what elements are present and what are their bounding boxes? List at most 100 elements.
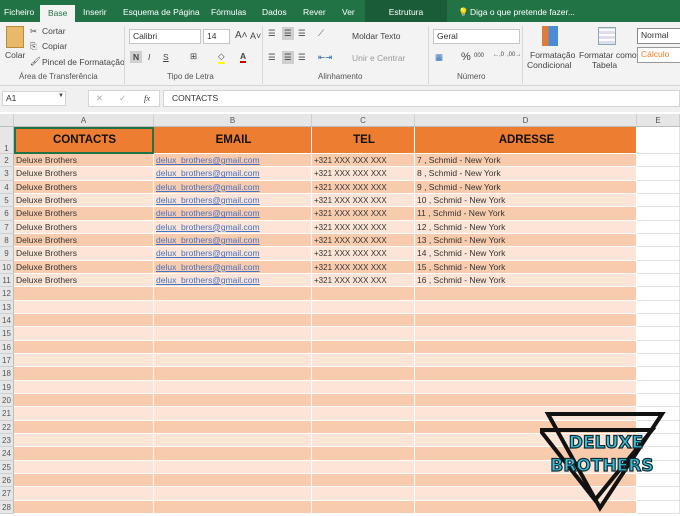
table-cell[interactable]: +321 XXX XXX XXX xyxy=(312,154,415,168)
table-cell[interactable] xyxy=(154,447,312,461)
align-middle-icon[interactable]: ☰ xyxy=(282,27,294,40)
chevron-down-icon[interactable]: ▼ xyxy=(58,93,64,99)
copy-button[interactable]: Copiar xyxy=(42,41,67,51)
row-header[interactable]: 3 xyxy=(0,167,14,181)
table-cell[interactable] xyxy=(415,353,637,368)
paste-icon[interactable] xyxy=(6,26,24,48)
decrease-decimal-icon[interactable]: ,00→ xyxy=(507,52,521,58)
table-cell[interactable] xyxy=(415,327,637,341)
align-top-icon[interactable]: ☰ xyxy=(268,28,276,39)
table-cell[interactable]: +321 XXX XXX XXX xyxy=(312,260,415,274)
thousands-button[interactable]: 000 xyxy=(474,53,484,59)
row-header[interactable]: 25 xyxy=(0,460,14,474)
table-cell[interactable]: 10 , Schmid - New York xyxy=(415,193,637,208)
table-cell[interactable] xyxy=(415,287,637,301)
email-link[interactable]: delux_brothers@gmail.com xyxy=(154,207,312,221)
table-cell[interactable]: 8 , Schmid - New York xyxy=(415,167,637,181)
table-cell[interactable]: Deluxe Brothers xyxy=(14,193,154,208)
table-cell[interactable] xyxy=(154,300,312,314)
cell[interactable] xyxy=(637,353,680,368)
table-cell[interactable] xyxy=(312,407,415,421)
style-calculo[interactable]: Cálculo xyxy=(637,47,680,63)
table-cell[interactable]: +321 XXX XXX XXX xyxy=(312,233,415,248)
email-link[interactable]: delux_brothers@gmail.com xyxy=(154,273,312,288)
table-cell[interactable] xyxy=(14,353,154,368)
row-header[interactable]: 8 xyxy=(0,233,14,248)
table-cell[interactable]: Deluxe Brothers xyxy=(14,167,154,181)
row-header[interactable]: 28 xyxy=(0,500,14,514)
table-cell[interactable] xyxy=(154,393,312,408)
table-cell[interactable]: +321 XXX XXX XXX xyxy=(312,193,415,208)
italic-button[interactable]: I xyxy=(148,52,150,62)
wrap-text-button[interactable]: Moldar Texto xyxy=(352,31,401,41)
cell[interactable] xyxy=(637,273,680,288)
table-cell[interactable]: Deluxe Brothers xyxy=(14,233,154,248)
cut-button[interactable]: Cortar xyxy=(42,26,66,36)
table-cell[interactable]: 13 , Schmid - New York xyxy=(415,233,637,248)
table-cell[interactable]: 14 , Schmid - New York xyxy=(415,247,637,261)
table-cell[interactable]: 11 , Schmid - New York xyxy=(415,207,637,221)
email-link[interactable]: delux_brothers@gmail.com xyxy=(154,247,312,261)
table-cell[interactable] xyxy=(14,420,154,434)
row-header[interactable]: 21 xyxy=(0,407,14,421)
table-cell[interactable] xyxy=(312,340,415,354)
table-cell[interactable]: 9 , Schmid - New York xyxy=(415,180,637,194)
table-cell[interactable]: +321 XXX XXX XXX xyxy=(312,167,415,181)
row-header[interactable]: 24 xyxy=(0,447,14,461)
row-header[interactable]: 11 xyxy=(0,273,14,288)
grow-font-icon[interactable]: A˄ xyxy=(235,30,248,41)
email-link[interactable]: delux_brothers@gmail.com xyxy=(154,220,312,234)
orientation-icon[interactable]: ⟋ xyxy=(318,28,324,39)
table-cell[interactable]: Deluxe Brothers xyxy=(14,207,154,221)
align-right-icon[interactable]: ☰ xyxy=(298,52,306,63)
cell[interactable] xyxy=(637,300,680,314)
tab-rever[interactable]: Rever xyxy=(303,0,326,22)
table-cell[interactable] xyxy=(154,313,312,328)
table-cell[interactable] xyxy=(312,487,415,501)
cell[interactable] xyxy=(637,260,680,274)
row-header[interactable]: 4 xyxy=(0,180,14,194)
cell[interactable] xyxy=(637,327,680,341)
table-cell[interactable] xyxy=(312,500,415,514)
row-header[interactable]: 16 xyxy=(0,340,14,354)
table-cell[interactable] xyxy=(154,487,312,501)
row-header[interactable]: 2 xyxy=(0,154,14,168)
table-cell[interactable]: +321 XXX XXX XXX xyxy=(312,247,415,261)
row-header[interactable]: 5 xyxy=(0,193,14,208)
email-link[interactable]: delux_brothers@gmail.com xyxy=(154,260,312,274)
table-cell[interactable] xyxy=(14,487,154,501)
row-header[interactable]: 10 xyxy=(0,260,14,274)
indent-icon[interactable]: ⇤⇥ xyxy=(318,52,332,63)
column-header-b[interactable]: B xyxy=(154,114,312,127)
table-cell[interactable] xyxy=(14,433,154,448)
table-cell[interactable] xyxy=(154,340,312,354)
table-cell[interactable] xyxy=(154,420,312,434)
table-cell[interactable] xyxy=(154,473,312,488)
table-cell[interactable]: 12 , Schmid - New York xyxy=(415,220,637,234)
table-cell[interactable] xyxy=(14,393,154,408)
table-cell[interactable] xyxy=(154,407,312,421)
table-cell[interactable] xyxy=(415,380,637,394)
tab-formulas[interactable]: Fórmulas xyxy=(211,0,246,22)
format-painter-button[interactable]: Pincel de Formatação xyxy=(42,57,125,67)
align-bottom-icon[interactable]: ☰ xyxy=(298,28,306,39)
bold-button[interactable]: N xyxy=(130,51,143,63)
table-cell[interactable] xyxy=(312,380,415,394)
cell[interactable] xyxy=(637,393,680,408)
underline-button[interactable]: S xyxy=(163,52,169,62)
cell[interactable] xyxy=(637,220,680,234)
shrink-font-icon[interactable]: A˅ xyxy=(250,31,261,41)
number-format-select[interactable]: Geral xyxy=(433,29,520,44)
cell[interactable] xyxy=(637,287,680,301)
font-size-select[interactable]: 14 xyxy=(203,29,230,44)
email-link[interactable]: delux_brothers@gmail.com xyxy=(154,193,312,208)
table-cell[interactable]: Deluxe Brothers xyxy=(14,154,154,168)
row-header[interactable]: 14 xyxy=(0,313,14,328)
table-cell[interactable]: 16 , Schmid - New York xyxy=(415,273,637,288)
table-cell[interactable]: +321 XXX XXX XXX xyxy=(312,273,415,288)
tab-esquema[interactable]: Esquema de Página xyxy=(123,0,200,22)
email-link[interactable]: delux_brothers@gmail.com xyxy=(154,154,312,168)
table-cell[interactable] xyxy=(415,313,637,328)
row-header[interactable]: 6 xyxy=(0,207,14,221)
cell[interactable] xyxy=(637,313,680,328)
